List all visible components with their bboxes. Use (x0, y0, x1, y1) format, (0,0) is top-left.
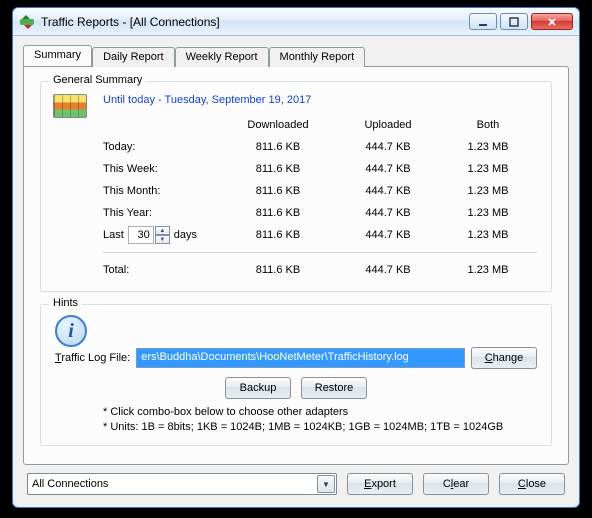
close-dialog-button[interactable]: Close (499, 473, 565, 495)
window-frame: Traffic Reports - [All Connections] Summ… (12, 7, 580, 508)
tabs: Summary Daily Report Weekly Report Month… (23, 44, 569, 66)
table-row: Today: 811.6 KB 444.7 KB 1.23 MB (103, 136, 537, 158)
col-downloaded: Downloaded (223, 119, 333, 131)
col-uploaded: Uploaded (333, 119, 443, 131)
table-row: Total: 811.6 KB 444.7 KB 1.23 MB (103, 259, 537, 281)
restore-button[interactable]: Restore (301, 377, 367, 399)
table-row: This Week: 811.6 KB 444.7 KB 1.23 MB (103, 158, 537, 180)
tab-monthly[interactable]: Monthly Report (269, 47, 366, 67)
general-summary-group: General Summary Until today - Tuesday, S… (40, 81, 552, 292)
days-up-button[interactable]: ▲ (155, 226, 170, 235)
summary-caption: Until today - Tuesday, September 19, 201… (103, 94, 537, 106)
info-icon: i (55, 315, 87, 347)
general-summary-legend: General Summary (49, 74, 146, 86)
tab-weekly[interactable]: Weekly Report (175, 47, 269, 67)
days-spinner[interactable]: ▲ ▼ (128, 226, 170, 244)
table-row: This Year: 811.6 KB 444.7 KB 1.23 MB (103, 202, 537, 224)
footer: All Connections ▼ Export Clear Close (23, 465, 569, 497)
tab-panel-summary: General Summary Until today - Tuesday, S… (23, 66, 569, 465)
adapter-combo[interactable]: All Connections ▼ (27, 473, 337, 495)
app-icon (19, 14, 35, 30)
hints-group: Hints i Traffic Log File: ers\Buddha\Doc… (40, 304, 552, 446)
maximize-button[interactable] (500, 13, 528, 30)
days-down-button[interactable]: ▼ (155, 235, 170, 244)
log-file-field[interactable]: ers\Buddha\Documents\HooNetMeter\Traffic… (136, 348, 465, 368)
backup-button[interactable]: Backup (225, 377, 291, 399)
days-input[interactable] (128, 226, 154, 244)
change-button[interactable]: Change (471, 347, 537, 369)
summary-table: Downloaded Uploaded Both Today: 811.6 KB… (103, 114, 537, 281)
export-button[interactable]: Export (347, 473, 413, 495)
hint-note-2: * Units: 1B = 8bits; 1KB = 1024B; 1MB = … (103, 420, 537, 435)
col-both: Both (443, 119, 533, 131)
chart-bars-icon (53, 94, 87, 118)
minimize-button[interactable] (469, 13, 497, 30)
window-title: Traffic Reports - [All Connections] (41, 15, 469, 29)
hint-note-1: * Click combo-box below to choose other … (103, 405, 537, 420)
log-file-label: Traffic Log File: (55, 352, 130, 364)
hints-legend: Hints (49, 297, 82, 309)
tab-daily[interactable]: Daily Report (92, 47, 175, 67)
chevron-down-icon[interactable]: ▼ (317, 475, 335, 493)
table-row: This Month: 811.6 KB 444.7 KB 1.23 MB (103, 180, 537, 202)
titlebar[interactable]: Traffic Reports - [All Connections] (13, 8, 579, 36)
clear-button[interactable]: Clear (423, 473, 489, 495)
close-button[interactable] (531, 13, 573, 30)
table-row: Last ▲ ▼ days 811.6 KB 444.7 KB (103, 224, 537, 246)
tab-summary[interactable]: Summary (23, 45, 92, 66)
adapter-combo-value: All Connections (32, 478, 108, 490)
